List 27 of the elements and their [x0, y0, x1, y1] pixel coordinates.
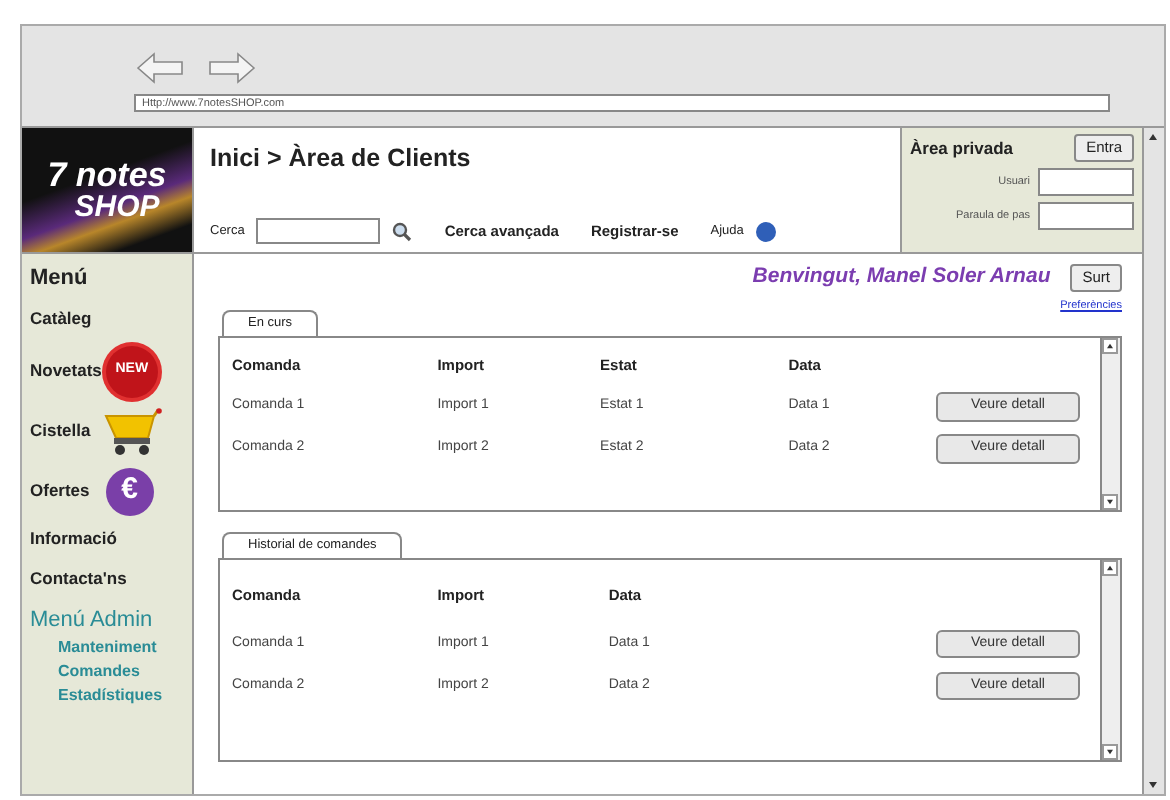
menu-title: Menú — [30, 264, 90, 294]
menu-item[interactable]: Catàleg — [30, 305, 92, 331]
page-scrollbar[interactable] — [1142, 128, 1164, 794]
scrollbar[interactable] — [1100, 337, 1120, 510]
menu-item[interactable]: Contacta'ns — [30, 565, 127, 591]
welcome-message: Benvingut, Manel Soler Arnau — [752, 262, 1051, 292]
search-field[interactable] — [256, 218, 381, 244]
scroll-up-icon[interactable] — [1102, 337, 1118, 354]
shopping-cart-icon — [102, 407, 163, 455]
menu-item[interactable]: Cistella — [30, 418, 91, 444]
menu-item[interactable]: Novetats — [30, 358, 102, 384]
scrollbar[interactable] — [1100, 559, 1120, 759]
menu-item[interactable]: Informació — [30, 525, 117, 551]
scroll-down-icon[interactable] — [1102, 493, 1118, 510]
navigation-arrows-icon[interactable] — [134, 50, 258, 86]
logo: 7 notes SHOP — [22, 128, 192, 252]
help-icon[interactable] — [755, 221, 776, 241]
search-icon[interactable] — [392, 221, 413, 241]
input-field[interactable] — [1038, 168, 1134, 196]
private-area-title: Àrea privada — [910, 135, 1013, 161]
euro-badge: € — [105, 467, 154, 515]
scroll-down-icon[interactable] — [1102, 743, 1118, 759]
breadcrumb: Inici > Àrea de Clients — [210, 141, 473, 176]
scroll-up-icon[interactable] — [1102, 559, 1118, 575]
menu-item[interactable]: Ofertes — [30, 478, 90, 504]
admin-menu-title: Menú Admin — [30, 605, 155, 635]
input-field[interactable] — [1038, 202, 1134, 230]
